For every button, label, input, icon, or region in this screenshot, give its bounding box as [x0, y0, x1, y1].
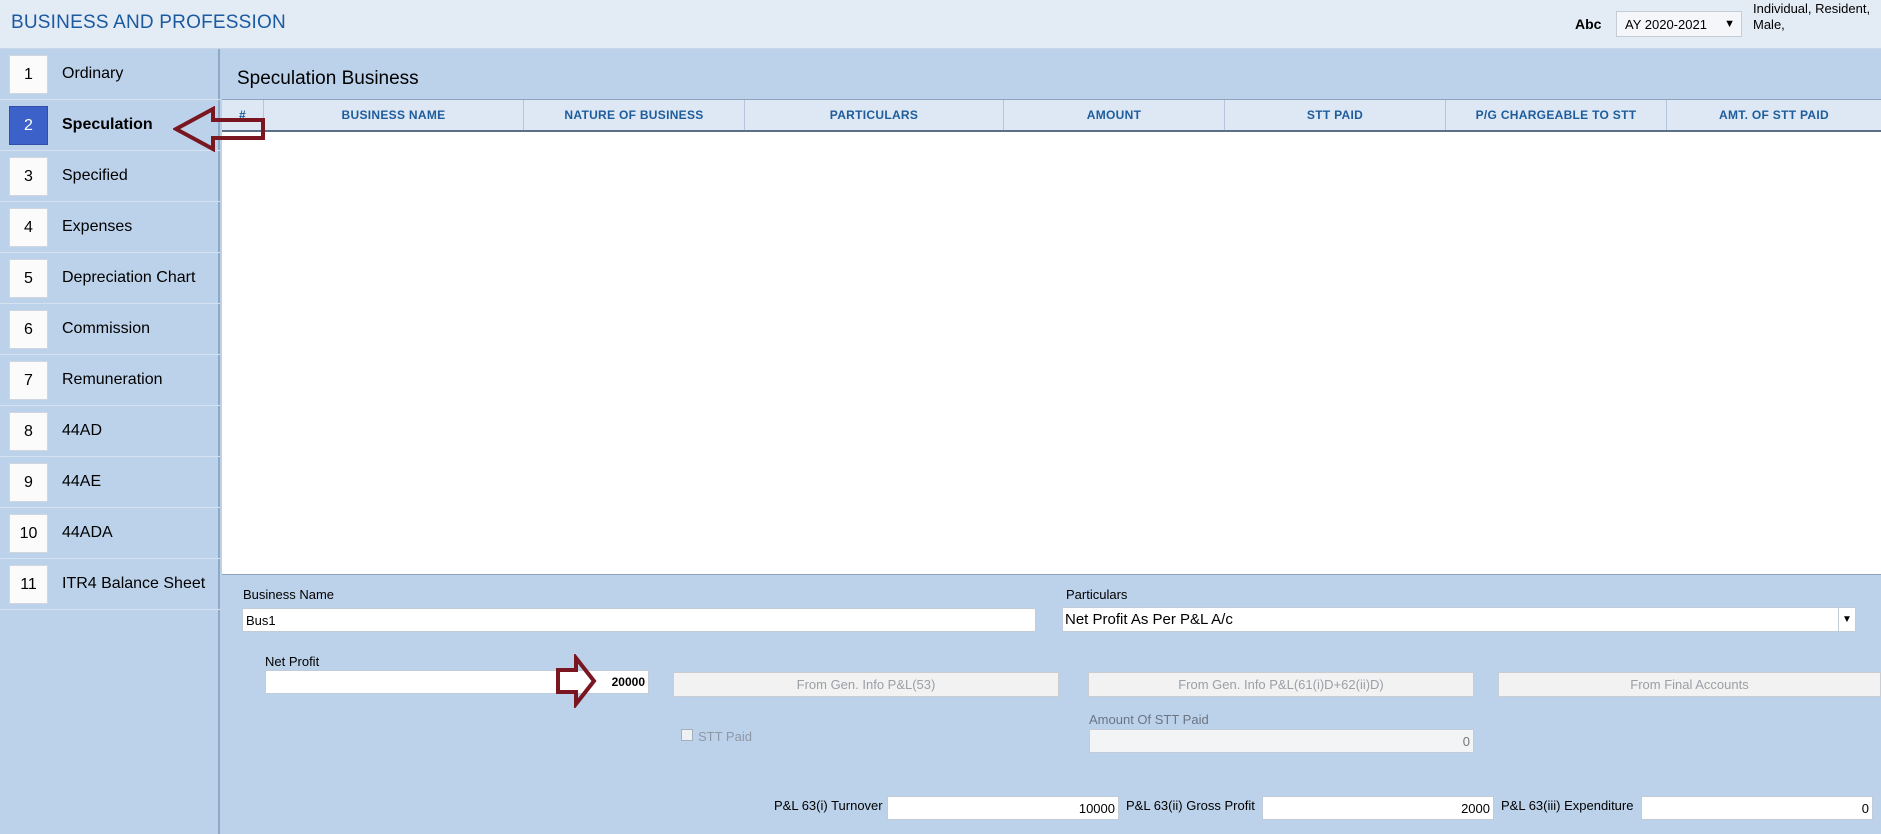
table-header: # BUSINESS NAME NATURE OF BUSINESS PARTI…: [222, 100, 1881, 132]
sidebar-item-itr4-balance-sheet[interactable]: 11 ITR4 Balance Sheet: [0, 559, 220, 610]
particulars-value: Net Profit As Per P&L A/c: [1065, 611, 1233, 628]
column-header-pg-chargeable[interactable]: P/G CHARGEABLE TO STT: [1446, 100, 1667, 130]
sidebar-item-expenses[interactable]: 4 Expenses: [0, 202, 220, 253]
column-header-business-name[interactable]: BUSINESS NAME: [264, 100, 524, 130]
sidebar-item-44ada[interactable]: 10 44ADA: [0, 508, 220, 559]
sidebar-item-number: 6: [9, 310, 48, 349]
sidebar-item-number: 10: [9, 514, 48, 553]
column-header-amt-stt-paid[interactable]: AMT. OF STT PAID: [1667, 100, 1881, 130]
sidebar-item-label: ITR4 Balance Sheet: [62, 575, 206, 592]
sidebar-item-number: 3: [9, 157, 48, 196]
user-name: Abc: [1575, 16, 1602, 32]
stt-paid-checkbox[interactable]: [681, 729, 693, 741]
sidebar-item-label: 44AD: [62, 422, 103, 439]
sidebar-item-number: 11: [9, 565, 48, 604]
column-header-nature-of-business[interactable]: NATURE OF BUSINESS: [524, 100, 745, 130]
sidebar-item-specified[interactable]: 3 Specified: [0, 151, 220, 202]
from-gen-info-53-button[interactable]: From Gen. Info P&L(53): [673, 672, 1059, 697]
net-profit-label: Net Profit: [265, 654, 320, 669]
from-gen-info-61-button[interactable]: From Gen. Info P&L(61(i)D+62(ii)D): [1088, 672, 1474, 697]
sidebar-item-number: 9: [9, 463, 48, 502]
sidebar-item-44ae[interactable]: 9 44AE: [0, 457, 220, 508]
expenditure-label: P&L 63(iii) Expenditure: [1501, 798, 1634, 813]
sidebar-item-label: Depreciation Chart: [62, 269, 196, 286]
sidebar-item-number: 7: [9, 361, 48, 400]
turnover-label: P&L 63(i) Turnover: [774, 798, 883, 813]
sidebar-item-label: Expenses: [62, 218, 133, 235]
sidebar-item-label: Commission: [62, 320, 151, 337]
sidebar-item-label: Speculation: [62, 116, 153, 133]
amount-stt-input[interactable]: [1089, 729, 1474, 753]
amount-stt-label: Amount Of STT Paid: [1089, 712, 1209, 727]
sidebar-item-label: Remuneration: [62, 371, 163, 388]
header-bar: BUSINESS AND PROFESSION Abc AY 2020-2021…: [0, 0, 1881, 49]
stt-paid-label: STT Paid: [698, 729, 752, 744]
sidebar-item-remuneration[interactable]: 7 Remuneration: [0, 355, 220, 406]
assessment-year-select[interactable]: AY 2020-2021 ▼: [1616, 11, 1742, 37]
business-name-label: Business Name: [243, 587, 335, 602]
left-arrow-icon: [173, 106, 265, 152]
column-header-particulars[interactable]: PARTICULARS: [745, 100, 1004, 130]
section-title: Speculation Business: [237, 68, 419, 89]
business-table[interactable]: # BUSINESS NAME NATURE OF BUSINESS PARTI…: [222, 99, 1881, 575]
sidebar-item-number: 2: [9, 106, 48, 145]
sidebar-item-commission[interactable]: 6 Commission: [0, 304, 220, 355]
sidebar-item-label: Ordinary: [62, 65, 124, 82]
taxpayer-status: Individual, Resident, Male,: [1753, 1, 1871, 32]
sidebar-item-number: 5: [9, 259, 48, 298]
gross-profit-input[interactable]: [1262, 796, 1494, 820]
column-header-stt-paid[interactable]: STT PAID: [1225, 100, 1446, 130]
right-arrow-icon: [556, 654, 597, 708]
chevron-down-icon: ▼: [1724, 18, 1735, 30]
sidebar-item-label: 44ADA: [62, 524, 113, 541]
sidebar-item-depreciation-chart[interactable]: 5 Depreciation Chart: [0, 253, 220, 304]
particulars-select[interactable]: Net Profit As Per P&L A/c ▼: [1062, 607, 1856, 632]
particulars-label: Particulars: [1066, 587, 1128, 602]
sidebar: 1 Ordinary 2 Speculation 3 Specified 4 E…: [0, 49, 220, 834]
sidebar-item-44ad[interactable]: 8 44AD: [0, 406, 220, 457]
column-header-amount[interactable]: AMOUNT: [1004, 100, 1225, 130]
gross-profit-label: P&L 63(ii) Gross Profit: [1126, 798, 1255, 813]
sidebar-item-label: 44AE: [62, 473, 102, 490]
business-name-input[interactable]: [242, 608, 1036, 632]
from-final-accounts-button[interactable]: From Final Accounts: [1498, 672, 1881, 697]
app-title: BUSINESS AND PROFESSION: [11, 12, 286, 33]
expenditure-input[interactable]: [1641, 796, 1873, 820]
sidebar-item-label: Specified: [62, 167, 128, 184]
sidebar-item-number: 4: [9, 208, 48, 247]
chevron-down-icon: ▼: [1838, 608, 1855, 631]
turnover-input[interactable]: [887, 796, 1119, 820]
sidebar-item-number: 1: [9, 55, 48, 94]
assessment-year-value: AY 2020-2021: [1625, 17, 1707, 32]
sidebar-item-number: 8: [9, 412, 48, 451]
sidebar-item-ordinary[interactable]: 1 Ordinary: [0, 49, 220, 100]
